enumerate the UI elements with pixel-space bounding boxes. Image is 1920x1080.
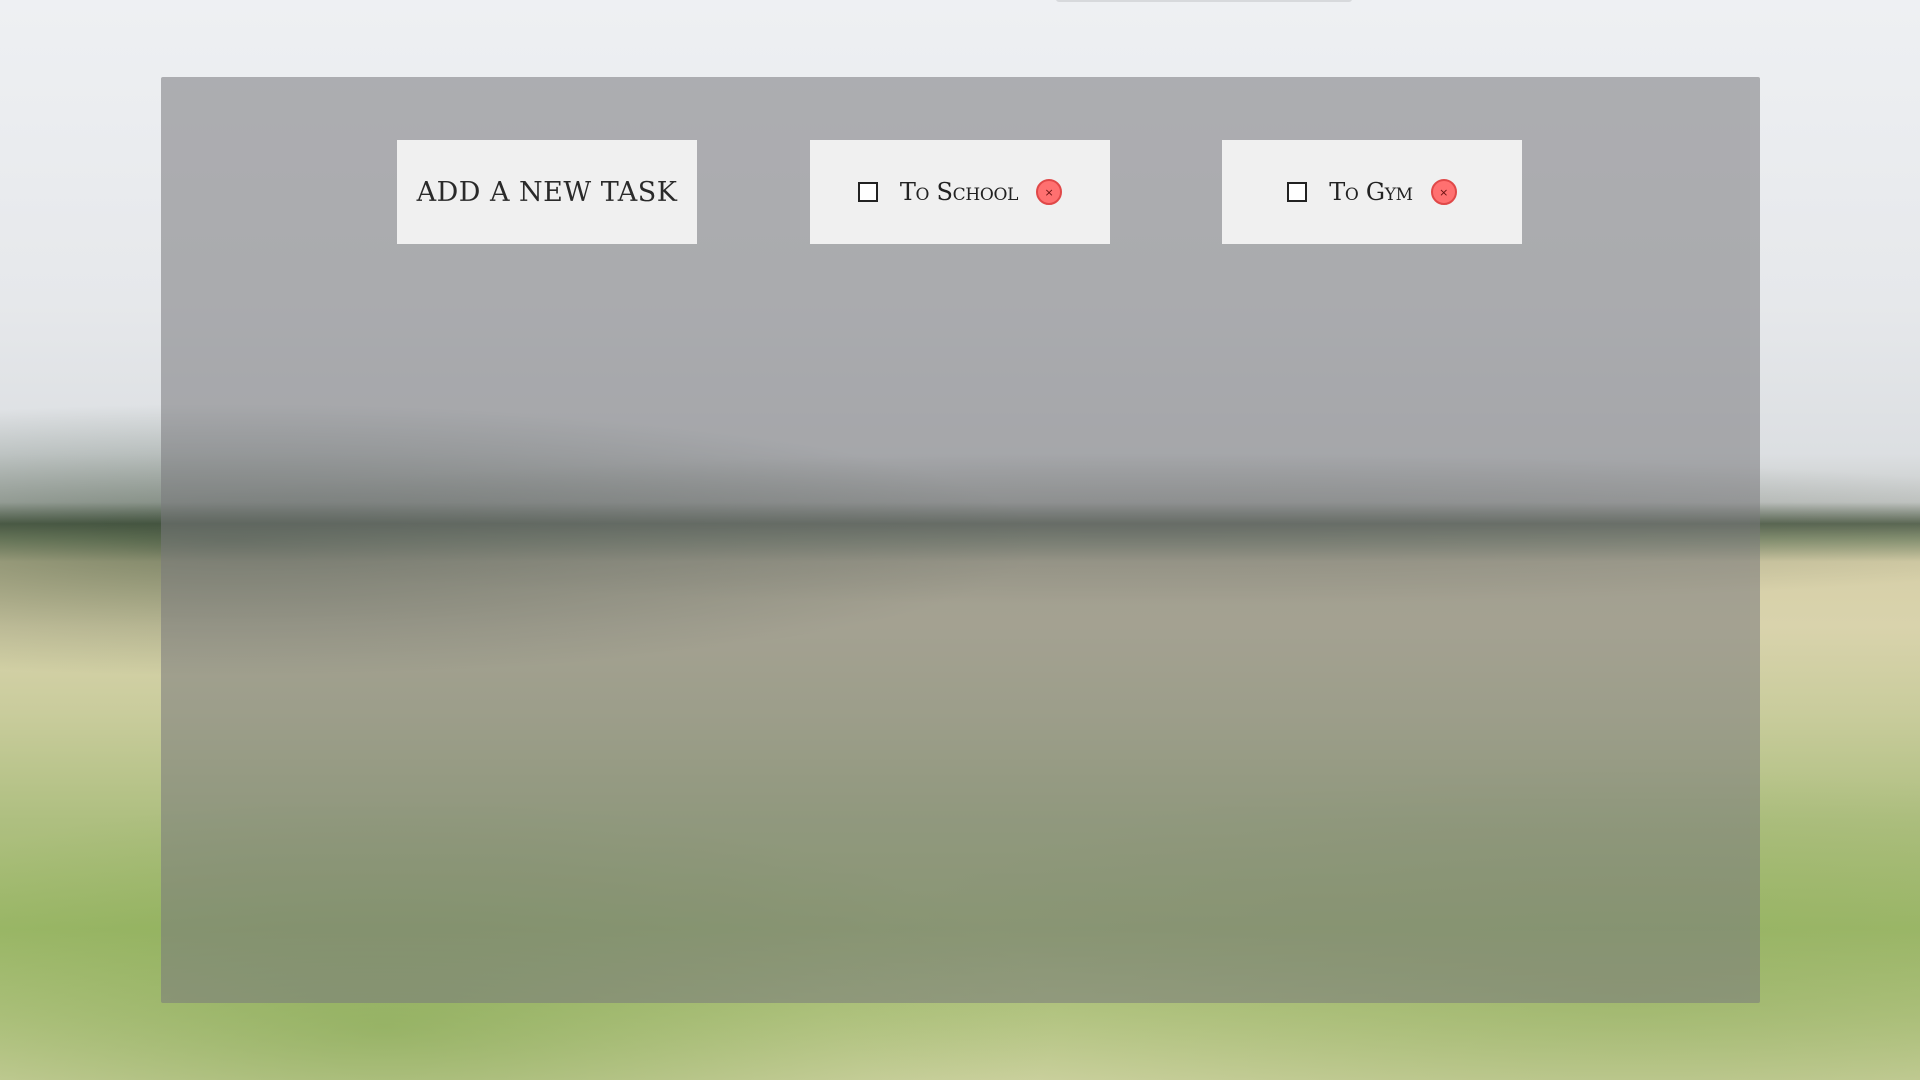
add-task-button[interactable]: Add a new task xyxy=(397,140,697,244)
todo-panel: Add a new task To School × To Gym × xyxy=(161,77,1760,1003)
task-checkbox[interactable] xyxy=(857,182,878,202)
add-task-label: Add a new task xyxy=(416,176,678,208)
task-label: To Gym xyxy=(1329,178,1413,206)
task-card: To Gym × xyxy=(1222,140,1522,244)
task-label: To School xyxy=(899,178,1019,206)
close-icon: × xyxy=(1044,185,1054,199)
task-row: To School × xyxy=(857,178,1063,206)
delete-task-button[interactable]: × xyxy=(1430,179,1457,205)
task-card: To School × xyxy=(810,140,1110,244)
close-icon: × xyxy=(1439,185,1449,199)
task-row: To Gym × xyxy=(1287,178,1457,206)
top-drag-handle xyxy=(1056,0,1352,2)
task-checkbox[interactable] xyxy=(1287,182,1308,202)
delete-task-button[interactable]: × xyxy=(1036,179,1063,205)
